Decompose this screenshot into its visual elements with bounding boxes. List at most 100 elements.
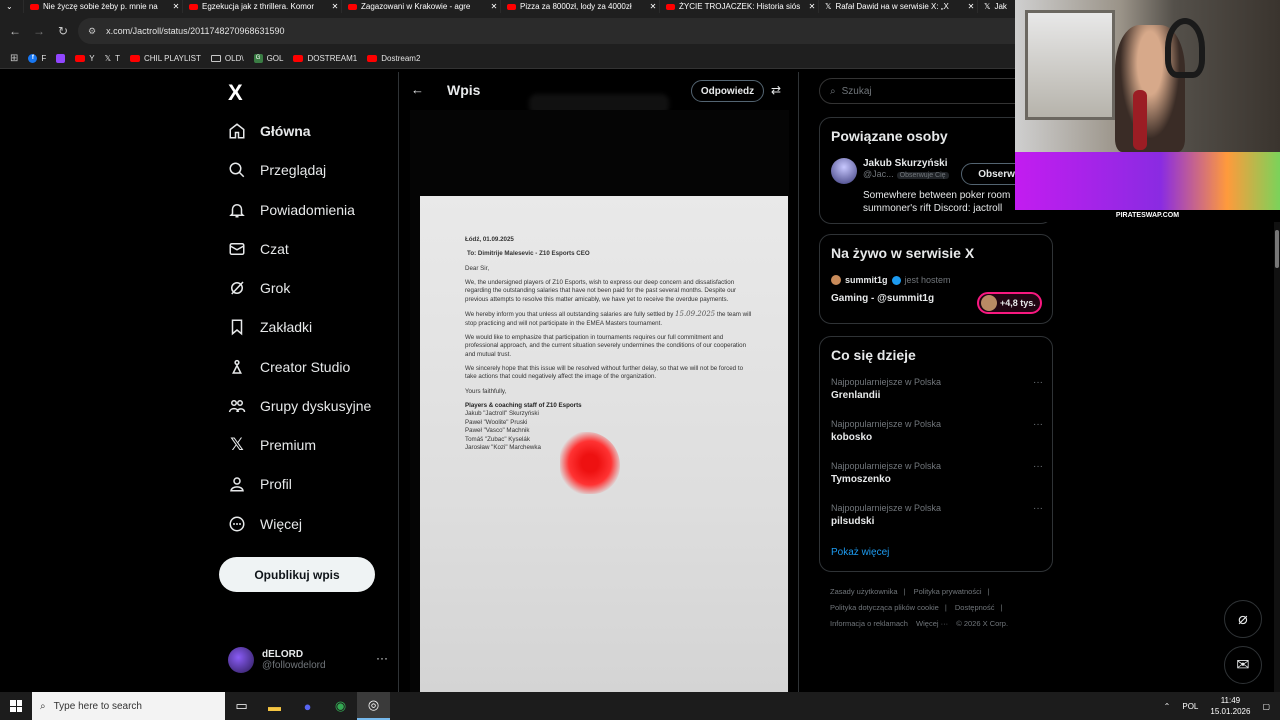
letter-closing: Yours faithfully, — [465, 387, 507, 395]
browser-tab[interactable]: Zagazowani w Krakowie - agre ✕ — [342, 0, 501, 13]
bookmark-f[interactable]: fF — [28, 54, 46, 63]
nav-item-messages[interactable]: Czat — [228, 240, 289, 258]
more-dots-icon[interactable]: ··· — [1033, 377, 1043, 388]
card-title: Na żywo w serwisie X — [831, 245, 975, 261]
signer: Paweł "Woolite" Pruski — [465, 418, 528, 426]
grok-fab-button[interactable]: ⌀ — [1224, 600, 1262, 638]
nav-item-grok[interactable]: Grok — [228, 279, 290, 297]
verified-badge-icon — [891, 275, 901, 285]
browser-tab-active[interactable]: 𝕏 Rafał Dawid на w serwisie X: „X ✕ — [819, 0, 978, 13]
nav-item-premium[interactable]: 𝕏 Premium — [228, 435, 316, 454]
youtube-icon — [75, 55, 86, 62]
nav-item-notifications[interactable]: Powiadomienia — [228, 201, 355, 219]
more-dots-icon[interactable]: ··· — [376, 651, 388, 665]
footer-link[interactable]: Polityka dotycząca plików cookie — [830, 603, 939, 612]
messages-fab-button[interactable]: ✉ — [1224, 646, 1262, 684]
nav-item-bookmarks[interactable]: Zakładki — [228, 318, 312, 336]
bookmark-gol[interactable]: G GOL — [253, 54, 283, 63]
post-image[interactable]: Łódź, 01.09.2025 To: Dimitrije Malesevic… — [410, 110, 789, 692]
person-row[interactable]: Jakub Skurzyński @Jac... Obserwuje Cię — [831, 158, 949, 184]
search-icon — [228, 161, 246, 179]
close-icon[interactable]: ✕ — [329, 2, 341, 11]
signer: Jakub "Jactroll" Skurzyński — [465, 410, 539, 418]
close-icon[interactable]: ✕ — [806, 2, 818, 11]
nav-item-home[interactable]: Główna — [228, 122, 311, 140]
forward-arrow-icon[interactable]: → — [27, 24, 51, 38]
letter-paragraph: We would like to emphasize that particip… — [465, 333, 747, 358]
clock[interactable]: 11:49 15.01.2026 — [1210, 695, 1250, 717]
back-arrow-icon[interactable]: ← — [411, 82, 424, 97]
bell-icon — [228, 201, 246, 219]
scrollbar-thumb[interactable] — [1275, 230, 1279, 268]
taskbar-search-input[interactable]: ⌕ Type here to search — [32, 692, 225, 720]
listeners-pill[interactable]: +4,8 tys. — [977, 292, 1042, 314]
account-switcher[interactable]: dELORD @followdelord ··· — [228, 647, 388, 673]
more-dots-icon[interactable]: ··· — [1033, 461, 1043, 472]
browser-tab[interactable]: Egzekucja jak z thrillera. Komor ✕ — [183, 0, 342, 13]
bookmark-dostream2[interactable]: Dostream2 — [367, 54, 420, 63]
bookmark-t[interactable]: 𝕏T — [105, 54, 120, 63]
footer-link[interactable]: Więcej ··· — [916, 619, 948, 628]
browser-tab[interactable]: Nie życzę sobie żeby p. mnie na ✕ — [24, 0, 183, 13]
footer-link[interactable]: Informacja o reklamach — [830, 619, 908, 628]
x-icon: 𝕏 — [984, 2, 991, 11]
nav-item-communities[interactable]: Grupy dyskusyjne — [228, 397, 371, 415]
start-button[interactable] — [0, 692, 32, 720]
chevron-up-icon[interactable]: ⌃ — [1164, 702, 1171, 711]
bookmark-old[interactable]: OLD\ — [210, 54, 244, 63]
nav-item-explore[interactable]: Przeglądaj — [228, 161, 326, 179]
reload-icon[interactable]: ↻ — [51, 24, 75, 38]
bookmark-chill-playlist[interactable]: CHIL PLAYLIST — [129, 54, 201, 63]
language-indicator[interactable]: POL — [1182, 702, 1198, 711]
trend-item[interactable]: Najpopularniejsze w Polska Tymoszenko ··… — [831, 461, 1043, 485]
letter-date: Łódź, 01.09.2025 — [465, 236, 514, 243]
reply-button[interactable]: Odpowiedz — [691, 80, 764, 102]
site-info-icon[interactable]: ⚙ — [88, 26, 96, 37]
account-handle: @followdelord — [262, 660, 326, 671]
more-dots-icon[interactable]: ··· — [1033, 503, 1043, 514]
bookmark-twitch[interactable] — [56, 54, 66, 63]
apps-grid-icon[interactable]: ⊞ — [10, 53, 18, 64]
trend-item[interactable]: Najpopularniejsze w Polska Grenlandii ··… — [831, 377, 1043, 401]
more-dots-icon[interactable]: ··· — [1033, 419, 1043, 430]
footer-link[interactable]: Dostępność — [955, 603, 995, 612]
more-circle-icon — [228, 515, 246, 533]
browser-tab[interactable]: Pizza za 8000zł, lody za 4000zł ✕ — [501, 0, 660, 13]
close-icon[interactable]: ✕ — [170, 2, 182, 11]
signature-heading: Players & coaching staff of Z10 Esports — [465, 402, 582, 410]
browser-tab[interactable]: ŻYCIE TROJACZEK: Historia siós ✕ — [660, 0, 819, 13]
bookmark-dostream1[interactable]: DOSTREAM1 — [293, 54, 357, 63]
sliders-icon[interactable]: ⇄ — [771, 83, 781, 97]
close-icon[interactable]: ✕ — [488, 2, 500, 11]
live-title[interactable]: Gaming - @summit1g — [831, 293, 934, 304]
show-more-link[interactable]: Pokaż więcej — [831, 547, 889, 558]
person-icon — [228, 475, 246, 493]
notifications-icon[interactable]: ▢ — [1262, 702, 1270, 711]
grok-icon — [228, 279, 246, 297]
nav-item-profile[interactable]: Profil — [228, 475, 292, 493]
scrollbar[interactable] — [1274, 222, 1280, 692]
footer-link[interactable]: Polityka prywatności — [914, 587, 982, 596]
nav-item-more[interactable]: Więcej — [228, 515, 302, 533]
youtube-icon — [293, 55, 304, 62]
close-icon[interactable]: ✕ — [965, 2, 977, 11]
back-arrow-icon[interactable]: ← — [3, 24, 27, 38]
x-logo-icon[interactable]: X — [228, 80, 243, 106]
trend-item[interactable]: Najpopularniejsze w Polska kobosko ··· — [831, 419, 1043, 443]
discord-icon[interactable]: ● — [291, 692, 324, 720]
bookmark-y[interactable]: Y — [75, 54, 95, 63]
close-icon[interactable]: ✕ — [647, 2, 659, 11]
chevron-down-icon: ⌄ — [6, 2, 13, 11]
task-view-icon[interactable]: ▭ — [225, 692, 258, 720]
nav-item-creator-studio[interactable]: Creator Studio — [228, 358, 350, 376]
obs-icon[interactable]: ◎ — [357, 692, 390, 720]
chrome-icon[interactable]: ◉ — [324, 692, 357, 720]
post-button[interactable]: Opublikuj wpis — [219, 557, 375, 592]
facebook-icon: f — [28, 54, 38, 63]
tab-search-button[interactable]: ⌄ — [0, 0, 24, 13]
file-explorer-icon[interactable]: ▬ — [258, 692, 291, 720]
trend-item[interactable]: Najpopularniejsze w Polska pilsudski ··· — [831, 503, 1043, 527]
footer-link[interactable]: Zasady użytkownika — [830, 587, 898, 596]
account-name: dELORD — [262, 649, 304, 660]
search-icon: ⌕ — [40, 700, 46, 712]
